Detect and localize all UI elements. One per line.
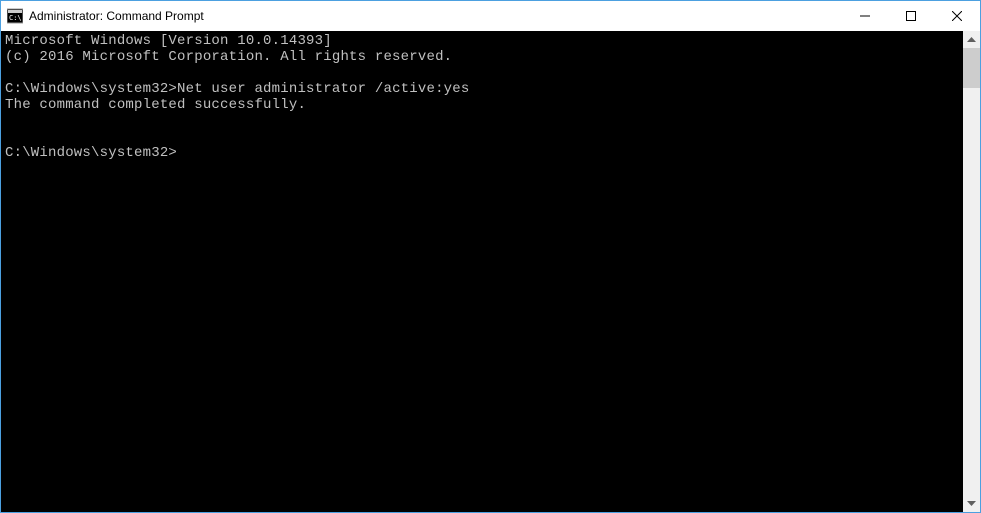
prompt-path: C:\Windows\system32> [5,81,177,97]
prompt-path: C:\Windows\system32> [5,145,177,161]
titlebar[interactable]: C:\ Administrator: Command Prompt [1,1,980,31]
window-frame: C:\ Administrator: Command Prompt Micros… [0,0,981,513]
window-title: Administrator: Command Prompt [29,9,842,23]
console-line [5,113,963,129]
window-controls [842,1,980,31]
minimize-button[interactable] [842,1,888,31]
close-button[interactable] [934,1,980,31]
console-line: C:\Windows\system32> [5,145,963,161]
scroll-up-button[interactable] [963,31,980,48]
scroll-thumb[interactable] [963,48,980,88]
scroll-track[interactable] [963,48,980,495]
console-line: (c) 2016 Microsoft Corporation. All righ… [5,49,963,65]
console-line: C:\Windows\system32>Net user administrat… [5,81,963,97]
console-line [5,65,963,81]
vertical-scrollbar[interactable] [963,31,980,512]
svg-text:C:\: C:\ [9,14,22,22]
cmd-icon: C:\ [7,8,23,24]
console-output[interactable]: Microsoft Windows [Version 10.0.14393](c… [1,31,963,512]
console-line: Microsoft Windows [Version 10.0.14393] [5,33,963,49]
scroll-down-button[interactable] [963,495,980,512]
maximize-button[interactable] [888,1,934,31]
console-line [5,129,963,145]
client-area: Microsoft Windows [Version 10.0.14393](c… [1,31,980,512]
console-line: The command completed successfully. [5,97,963,113]
prompt-command: Net user administrator /active:yes [177,81,469,97]
